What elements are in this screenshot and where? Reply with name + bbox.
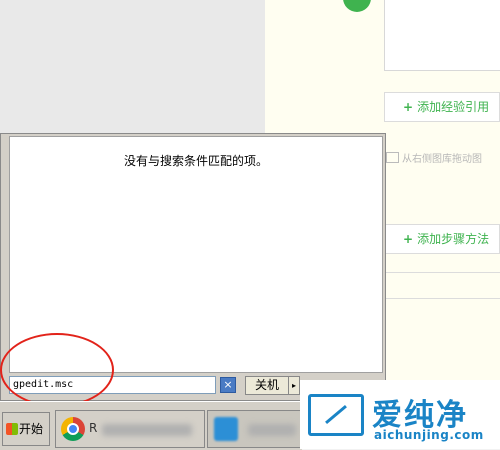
app-icon <box>214 417 238 441</box>
taskbar-item-label: R <box>89 421 98 435</box>
add-experience-ref-button[interactable]: + 添加经验引用 <box>384 92 500 122</box>
chrome-icon <box>61 417 85 441</box>
watermark-logo-icon <box>308 394 364 436</box>
start-button[interactable]: 开始 <box>2 412 50 446</box>
site-watermark: 爱纯净 aichunjing.com <box>300 380 500 449</box>
start-button-label: 开始 <box>19 422 44 436</box>
highlight-annotation-ring <box>0 333 114 407</box>
divider <box>384 272 500 273</box>
add-step-method-button[interactable]: + 添加步骤方法 <box>384 224 500 254</box>
divider <box>384 298 500 299</box>
editor-text-card[interactable] <box>384 0 500 71</box>
shutdown-button[interactable]: 关机 <box>245 376 289 395</box>
add-experience-ref-label: 添加经验引用 <box>417 100 490 114</box>
shutdown-options-arrow-icon[interactable]: ▸ <box>288 376 300 395</box>
watermark-url: aichunjing.com <box>374 428 484 442</box>
clear-search-icon[interactable]: × <box>220 377 236 393</box>
picture-icon <box>386 152 399 163</box>
blurred-text <box>248 424 296 436</box>
taskbar-item-chrome[interactable]: R <box>55 410 205 448</box>
blurred-text <box>102 424 192 436</box>
no-results-message: 没有与搜索条件匹配的项。 <box>123 154 268 168</box>
plus-icon: + <box>403 232 414 246</box>
windows-logo-icon <box>6 423 18 435</box>
taskbar-item-app[interactable] <box>207 410 302 448</box>
add-step-method-label: 添加步骤方法 <box>417 232 490 246</box>
taskbar: 开始 R <box>0 401 302 450</box>
image-drop-hint: 从右侧图库拖动图 <box>386 150 500 164</box>
plus-icon: + <box>403 100 414 114</box>
image-hint-text: 从右侧图库拖动图 <box>402 154 482 164</box>
